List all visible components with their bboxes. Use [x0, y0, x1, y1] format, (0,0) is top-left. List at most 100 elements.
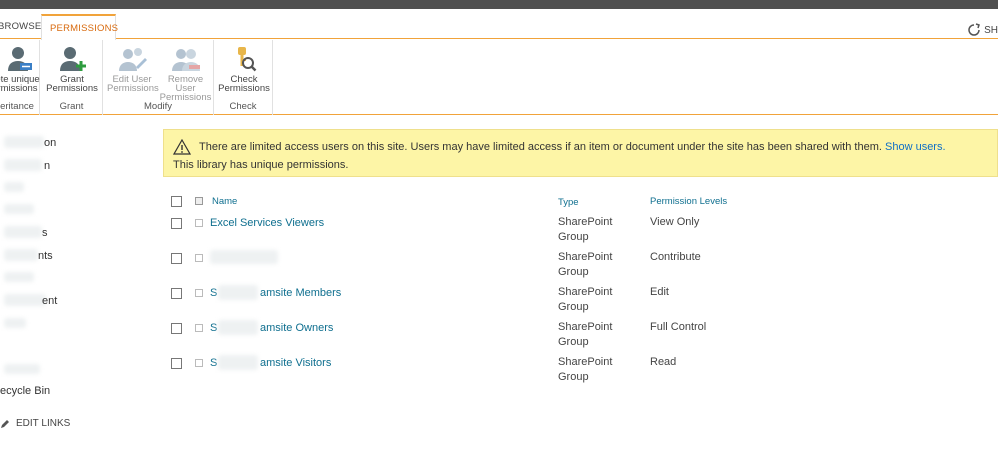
- row-select-icon: [195, 324, 203, 332]
- group-type: SharePoint Group: [558, 285, 612, 315]
- blurred-nav-text: [4, 249, 38, 261]
- blurred-nav-text: [4, 318, 26, 328]
- blurred-nav-text: [4, 182, 24, 192]
- delete-unique-line2: rmissions: [0, 83, 38, 94]
- type-line2: Group: [558, 231, 589, 243]
- grant-line2: Permissions: [46, 83, 98, 94]
- select-all-icon: [195, 197, 203, 205]
- permission-level: Full Control: [650, 321, 707, 333]
- suite-bar: [0, 0, 998, 9]
- ribbon-group-modify: Edit User Permissions Remove User Permis…: [103, 40, 214, 115]
- edit-links-button[interactable]: EDIT LINKS: [0, 418, 70, 429]
- group-name-prefix[interactable]: S: [210, 286, 217, 301]
- ribbon-group-check: Check Permissions Check: [214, 40, 273, 115]
- notice-line-1: There are limited access users on this s…: [199, 141, 946, 153]
- blurred-group-name: [218, 285, 258, 300]
- group-type: SharePoint Group: [558, 215, 612, 245]
- row-checkbox[interactable]: [171, 323, 182, 334]
- grant-permissions-button[interactable]: Grant Permissions: [46, 45, 98, 93]
- permission-level: View Only: [650, 216, 700, 228]
- ribbon-tab-row: BROWSE PERMISSIONS SH: [0, 9, 998, 40]
- delete-unique-permissions-button[interactable]: ete unique rmissions: [0, 45, 40, 93]
- blurred-nav-text: [4, 204, 34, 214]
- column-header-type[interactable]: Type: [558, 197, 579, 208]
- inheritance-group-label: eritance: [0, 101, 34, 112]
- group-name-prefix[interactable]: S: [210, 356, 217, 371]
- left-navigation: on n s nts ent ecycle Bin: [0, 128, 140, 448]
- share-icon: [968, 23, 981, 36]
- type-line1: SharePoint: [558, 251, 613, 263]
- row-select-icon: [195, 289, 203, 297]
- column-header-permission-levels[interactable]: Permission Levels: [650, 196, 727, 207]
- check-line2: Permissions: [218, 83, 270, 94]
- group-type: SharePoint Group: [558, 250, 612, 280]
- type-line1: SharePoint: [558, 356, 613, 368]
- group-type: SharePoint Group: [558, 320, 612, 350]
- nav-item-2[interactable]: n: [44, 160, 50, 172]
- group-name-link[interactable]: amsite Members: [260, 286, 341, 301]
- nav-item-5[interactable]: ent: [42, 295, 57, 307]
- grant-group-label: Grant: [59, 101, 84, 112]
- notice-line-2: This library has unique permissions.: [173, 159, 349, 171]
- blurred-nav-text: [4, 226, 42, 238]
- column-header-name[interactable]: Name: [212, 196, 237, 207]
- group-name-link[interactable]: amsite Owners: [260, 321, 333, 336]
- share-label: SH: [984, 24, 998, 36]
- grant-permissions-icon: [56, 45, 88, 73]
- limited-access-notice: There are limited access users on this s…: [163, 129, 998, 177]
- type-line2: Group: [558, 301, 589, 313]
- group-type: SharePoint Group: [558, 355, 612, 385]
- blurred-nav-text: [4, 294, 46, 306]
- pencil-icon: [1, 419, 9, 428]
- nav-recycle-bin[interactable]: ecycle Bin: [0, 385, 50, 397]
- edit-links-label: EDIT LINKS: [16, 418, 71, 429]
- type-line1: SharePoint: [558, 286, 613, 298]
- nav-item-4[interactable]: nts: [38, 250, 53, 262]
- group-name-link[interactable]: Excel Services Viewers: [210, 216, 324, 231]
- check-permissions-button[interactable]: Check Permissions: [218, 45, 270, 93]
- group-name-link[interactable]: amsite Visitors: [260, 356, 331, 371]
- permission-level: Contribute: [650, 251, 701, 263]
- ribbon: ete unique rmissions eritance Grant Perm…: [0, 40, 998, 115]
- blurred-nav-text: [4, 272, 34, 282]
- permission-level: Edit: [650, 286, 669, 298]
- notice-text: There are limited access users on this s…: [199, 141, 882, 153]
- permission-level: Read: [650, 356, 677, 368]
- type-line2: Group: [558, 371, 589, 383]
- ribbon-group-grant: Grant Permissions Grant: [41, 40, 103, 115]
- blurred-nav-text: [4, 364, 40, 374]
- edit-users-icon: [116, 45, 148, 73]
- nav-item-1[interactable]: on: [44, 137, 56, 149]
- delete-permissions-icon: [2, 45, 34, 73]
- blurred-nav-text: [4, 136, 44, 148]
- select-all-checkbox[interactable]: [171, 196, 182, 207]
- row-select-icon: [195, 254, 203, 262]
- row-checkbox[interactable]: [171, 288, 182, 299]
- row-checkbox[interactable]: [171, 358, 182, 369]
- edit-user-permissions-button[interactable]: Edit User Permissions: [107, 45, 159, 93]
- modify-group-label: Modify: [144, 101, 172, 112]
- row-select-icon: [195, 219, 203, 227]
- blurred-group-name: [218, 355, 258, 370]
- show-users-link[interactable]: Show users.: [885, 141, 946, 153]
- warning-icon: [173, 139, 191, 155]
- row-select-icon: [195, 359, 203, 367]
- group-name-prefix[interactable]: S: [210, 321, 217, 336]
- ribbon-group-inheritance: ete unique rmissions eritance: [0, 40, 40, 115]
- type-line2: Group: [558, 266, 589, 278]
- remove-user-line1: Remove User: [167, 74, 204, 94]
- row-checkbox[interactable]: [171, 253, 182, 264]
- type-line2: Group: [558, 336, 589, 348]
- remove-users-icon: [170, 45, 202, 73]
- tab-permissions[interactable]: PERMISSIONS: [41, 14, 118, 40]
- type-line1: SharePoint: [558, 321, 613, 333]
- blurred-group-name: [218, 320, 258, 335]
- nav-item-3[interactable]: s: [42, 227, 48, 239]
- row-checkbox[interactable]: [171, 218, 182, 229]
- remove-user-permissions-button[interactable]: Remove User Permissions: [158, 45, 213, 102]
- blurred-nav-text: [4, 159, 42, 171]
- type-line1: SharePoint: [558, 216, 613, 228]
- check-group-label: Check: [229, 101, 257, 112]
- share-button[interactable]: SH: [967, 23, 998, 37]
- blurred-group-name: [210, 250, 278, 264]
